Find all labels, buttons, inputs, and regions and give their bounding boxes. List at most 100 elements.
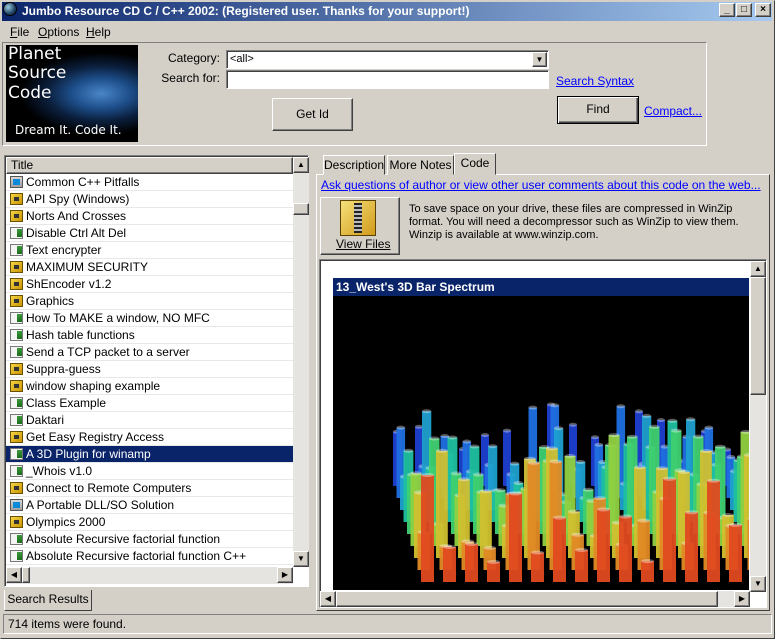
spectrum-bar-cap <box>576 459 586 464</box>
list-item-title: Graphics <box>26 294 75 308</box>
spectrum-bar-cap <box>495 488 506 493</box>
results-vertical-scrollbar[interactable]: ▲ ▼ <box>293 157 309 567</box>
lightbulb-icon <box>10 210 23 222</box>
spectrum-bar-cap <box>568 509 580 514</box>
list-item-title: MAXIMUM SECURITY <box>26 260 149 274</box>
list-item[interactable]: Hash table functions <box>6 327 293 344</box>
lightbulb-icon <box>10 261 23 273</box>
preview-vertical-scrollbar[interactable]: ▲ ▼ <box>750 261 766 592</box>
spectrum-bar-cap <box>451 471 462 476</box>
list-item-title: Common C++ Pitfalls <box>26 175 140 189</box>
tab-more-notes[interactable]: More Notes <box>387 155 454 175</box>
column-header-title[interactable]: Title <box>6 157 293 174</box>
spectrum-bar-cap <box>575 548 588 552</box>
list-item-title: Absolute Recursive factorial function <box>26 532 221 546</box>
menu-options[interactable]: Options <box>38 25 79 39</box>
list-item[interactable]: _Whois v1.0 <box>6 463 293 480</box>
scroll-right-icon[interactable]: ▶ <box>734 591 750 607</box>
title-bar[interactable]: Jumbo Resource CD C / C++ 2002: (Registe… <box>2 2 772 21</box>
scroll-right-icon[interactable]: ▶ <box>277 567 293 583</box>
list-item-title: Send a TCP packet to a server <box>26 345 190 359</box>
list-item-title: Connect to Remote Computers <box>26 481 192 495</box>
menu-help[interactable]: Help <box>86 25 111 39</box>
list-item[interactable]: A Portable DLL/SO Solution <box>6 497 293 514</box>
list-item[interactable]: Common C++ Pitfalls <box>6 174 293 191</box>
scroll-down-icon[interactable]: ▼ <box>750 576 766 592</box>
list-item[interactable]: window shaping example <box>6 378 293 395</box>
app-icon[interactable] <box>3 2 17 16</box>
list-item[interactable]: How To MAKE a window, NO MFC <box>6 310 293 327</box>
list-item-title: window shaping example <box>26 379 161 393</box>
list-item[interactable]: Suppra-guess <box>6 361 293 378</box>
list-item[interactable]: MAXIMUM SECURITY <box>6 259 293 276</box>
scroll-down-icon[interactable]: ▼ <box>293 551 309 567</box>
scroll-thumb-horizontal[interactable] <box>22 567 30 583</box>
list-item[interactable]: ShEncoder v1.2 <box>6 276 293 293</box>
compact-link[interactable]: Compact... <box>644 104 702 118</box>
list-item[interactable]: Olympics 2000 <box>6 514 293 531</box>
menu-file[interactable]: File <box>10 25 29 39</box>
spectrum-bar-cap <box>637 518 650 523</box>
list-item[interactable]: Text encrypter <box>6 242 293 259</box>
minimize-button[interactable]: _ <box>719 3 735 17</box>
tab-search-results[interactable]: Search Results <box>4 590 92 611</box>
tree-icon <box>10 550 23 562</box>
list-item[interactable]: Daktari <box>6 412 293 429</box>
category-select[interactable]: <all> <box>226 50 549 69</box>
scroll-up-icon[interactable]: ▲ <box>293 157 309 173</box>
list-item[interactable]: Connect to Remote Computers <box>6 480 293 497</box>
status-bar: 714 items were found. <box>3 614 772 634</box>
spectrum-bar-cap <box>704 425 714 430</box>
list-item[interactable]: Disable Ctrl Alt Del <box>6 225 293 242</box>
search-input[interactable] <box>226 70 549 89</box>
spectrum-bar-cap <box>436 448 448 453</box>
list-item-title: Daktari <box>26 413 65 427</box>
tab-code[interactable]: Code <box>454 153 496 175</box>
results-horizontal-scrollbar[interactable]: ◀ ▶ <box>6 567 293 584</box>
spectrum-bar-cap <box>546 446 558 451</box>
spectrum-bar-cap <box>443 545 456 549</box>
list-item[interactable]: Get Easy Registry Access <box>6 429 293 446</box>
list-item[interactable]: A 3D Plugin for winamp <box>6 446 293 463</box>
find-button[interactable]: Find <box>557 96 639 124</box>
get-id-button[interactable]: Get Id <box>272 98 353 131</box>
list-item[interactable]: Absolute Recursive factorial function <box>6 531 293 548</box>
spectrum-bar <box>465 543 478 582</box>
list-item[interactable]: API Spy (Windows) <box>6 191 293 208</box>
scroll-left-icon[interactable]: ◀ <box>6 567 22 583</box>
list-item[interactable]: Norts And Crosses <box>6 208 293 225</box>
spectrum-bar-cap <box>686 417 696 422</box>
spectrum-bar <box>531 552 544 582</box>
spectrum-bar-cap <box>510 461 520 466</box>
spectrum-bar-cap <box>594 442 604 447</box>
scroll-thumb[interactable] <box>293 203 309 215</box>
spectrum-bar-cap <box>503 428 511 433</box>
spectrum-bar-cap <box>634 465 646 470</box>
close-button[interactable]: × <box>755 3 771 17</box>
comments-link[interactable]: Ask questions of author or view other us… <box>321 178 761 192</box>
list-item[interactable]: Class Example <box>6 395 293 412</box>
spectrum-bar-cap <box>487 559 500 564</box>
tree-icon <box>10 329 23 341</box>
list-item[interactable]: Send a TCP packet to a server <box>6 344 293 361</box>
scroll-left-icon[interactable]: ◀ <box>320 591 336 607</box>
spectrum-bar-cap <box>597 507 610 512</box>
spectrum-bar-cap <box>591 435 599 440</box>
tab-description[interactable]: Description <box>323 155 385 175</box>
spectrum-bar <box>509 493 522 582</box>
results-list[interactable]: Common C++ Pitfalls API Spy (Windows) Nort… <box>6 174 293 567</box>
chevron-down-icon[interactable]: ▼ <box>532 52 547 67</box>
preview-scroll-thumb-horizontal[interactable] <box>336 591 718 607</box>
spectrum-bar-cap <box>649 424 660 429</box>
spectrum-bar-cap <box>571 532 584 537</box>
list-item[interactable]: Graphics <box>6 293 293 310</box>
search-syntax-link[interactable]: Search Syntax <box>556 74 634 88</box>
preview-horizontal-scrollbar[interactable]: ◀ ▶ <box>320 591 750 607</box>
scroll-up-icon[interactable]: ▲ <box>750 261 766 277</box>
maximize-button[interactable]: □ <box>736 3 752 17</box>
spectrum-bar-cap <box>509 491 522 496</box>
list-item[interactable]: Absolute Recursive factorial function C+… <box>6 548 293 565</box>
spectrum-bar-cap <box>458 477 470 482</box>
lightbulb-icon <box>10 482 23 494</box>
preview-scroll-thumb[interactable] <box>750 277 766 395</box>
